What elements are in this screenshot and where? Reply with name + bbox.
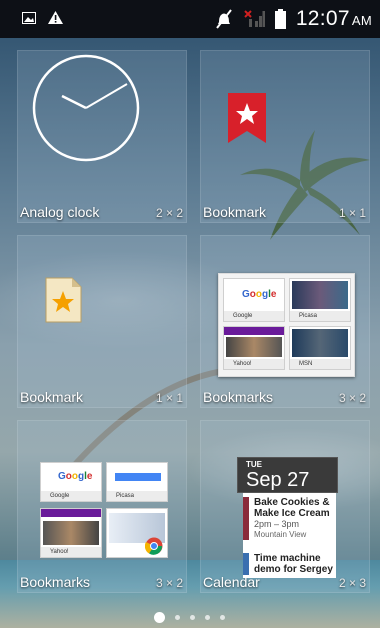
page-indicator bbox=[154, 612, 225, 623]
chrome-icon bbox=[145, 537, 163, 555]
widget-label: Bookmark 1 × 1 bbox=[20, 385, 183, 405]
widget-label: Bookmarks 3 × 2 bbox=[20, 570, 183, 590]
widget-name: Analog clock bbox=[20, 204, 100, 220]
bookmark-thumb: Google Google bbox=[40, 462, 102, 502]
widget-picker-grid: Analog clock 2 × 2 Bookmark 1 × 1 Bookma… bbox=[0, 0, 380, 628]
bookmark-thumb: Yahoo! bbox=[40, 508, 102, 558]
bookmark-thumb-title: Yahoo! bbox=[41, 547, 101, 557]
bookmark-thumb: Google Google bbox=[223, 278, 285, 322]
widget-size: 3 × 2 bbox=[338, 391, 366, 405]
bookmark-thumb-title: Picasa bbox=[107, 491, 167, 501]
bookmark-thumb bbox=[106, 508, 168, 558]
widget-name: Bookmark bbox=[20, 389, 84, 405]
widget-size: 3 × 2 bbox=[155, 576, 183, 590]
bookmark-thumb-title: Google bbox=[224, 311, 284, 321]
calendar-event-time: 2pm – 3pm bbox=[254, 519, 300, 529]
widget-label: Bookmark 1 × 1 bbox=[203, 200, 366, 220]
calendar-event: Bake Cookies & Make Ice Cream 2pm – 3pm … bbox=[243, 497, 336, 540]
widget-label: Bookmarks 3 × 2 bbox=[203, 385, 366, 405]
widget-name: Bookmark bbox=[203, 204, 267, 220]
page-dot bbox=[175, 615, 180, 620]
widget-size: 1 × 1 bbox=[338, 206, 366, 220]
widget-size: 1 × 1 bbox=[155, 391, 183, 405]
widget-bookmark[interactable]: Bookmark 1 × 1 bbox=[200, 50, 370, 223]
bookmark-shortcut-icon bbox=[45, 277, 82, 323]
bookmark-thumb-title: Picasa bbox=[290, 311, 350, 321]
calendar-date: Sep 27 bbox=[246, 469, 310, 491]
widget-size: 2 × 2 bbox=[155, 206, 183, 220]
bookmarks-preview: Google Google Picasa Yahoo! bbox=[40, 462, 170, 560]
page-dot bbox=[190, 615, 195, 620]
calendar-event-title: Time machine demo for Sergey bbox=[254, 553, 333, 575]
calendar-preview-events: Bake Cookies & Make Ice Cream 2pm – 3pm … bbox=[243, 493, 336, 578]
page-dot bbox=[220, 615, 225, 620]
bookmark-thumb-title: MSN bbox=[290, 359, 350, 369]
bookmarks-preview: Google Google Picasa Yahoo! MSN bbox=[218, 273, 355, 377]
bookmark-thumb: Yahoo! bbox=[223, 326, 285, 370]
bookmark-thumb-title: Yahoo! bbox=[224, 359, 284, 369]
bookmark-thumb: Picasa bbox=[289, 278, 351, 322]
bookmark-thumb: Picasa bbox=[106, 462, 168, 502]
calendar-day-of-week: TUE bbox=[246, 460, 262, 469]
widget-bookmark[interactable]: Bookmark 1 × 1 bbox=[17, 235, 187, 408]
page-dot bbox=[205, 615, 210, 620]
page-dot-active bbox=[154, 612, 165, 623]
bookmark-thumb-title: Google bbox=[41, 491, 101, 501]
widget-name: Bookmarks bbox=[20, 574, 91, 590]
widget-size: 2 × 3 bbox=[338, 576, 366, 590]
bookmark-thumb: MSN bbox=[289, 326, 351, 370]
widget-label: Analog clock 2 × 2 bbox=[20, 200, 183, 220]
calendar-event-title: Bake Cookies & Make Ice Cream bbox=[254, 497, 330, 519]
calendar-preview-header: TUE Sep 27 bbox=[237, 457, 338, 493]
calendar-event-location: Mountain View bbox=[254, 530, 307, 539]
analog-clock-icon bbox=[32, 54, 140, 162]
bookmark-ribbon-icon bbox=[228, 93, 266, 143]
calendar-event: Time machine demo for Sergey bbox=[243, 553, 336, 575]
widget-name: Bookmarks bbox=[203, 389, 274, 405]
